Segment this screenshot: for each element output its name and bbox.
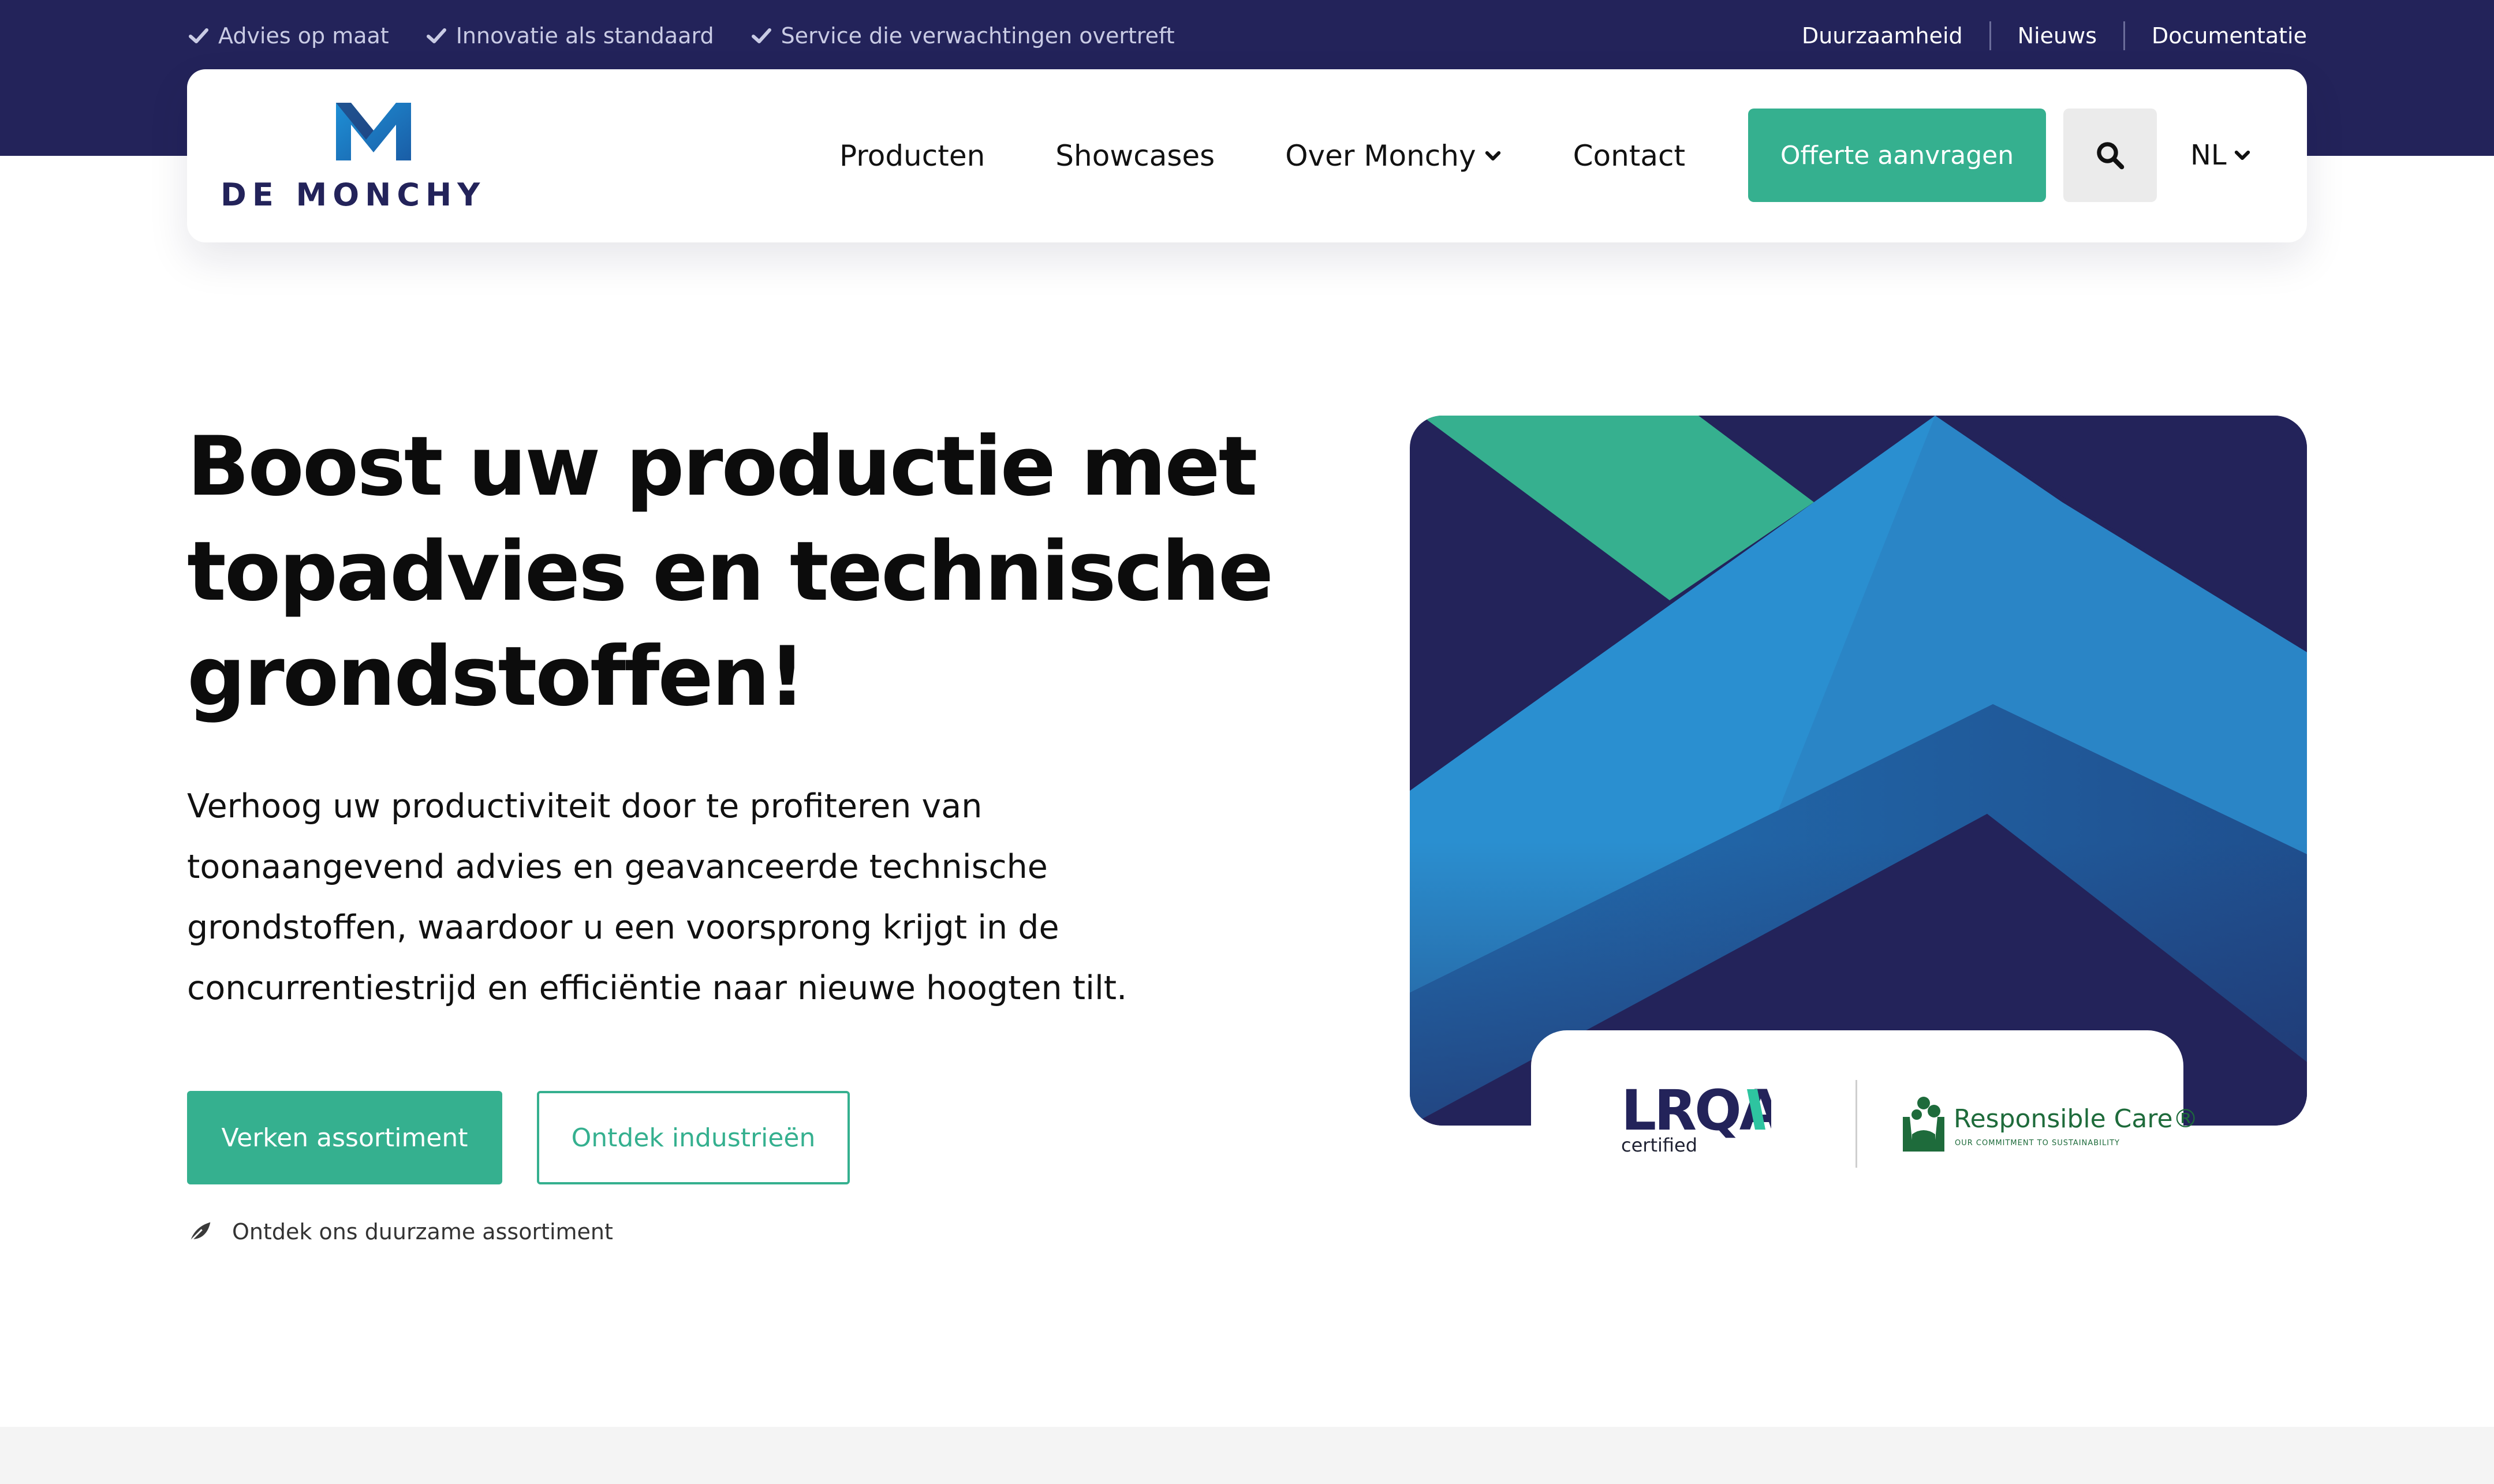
check-icon	[751, 28, 771, 43]
language-label: NL	[2190, 139, 2227, 171]
leaf-icon	[189, 1222, 211, 1242]
usp-item: Innovatie als standaard	[425, 23, 714, 48]
usp-label: Service die verwachtingen overtreft	[781, 23, 1175, 48]
logo-mark-icon	[336, 103, 411, 160]
responsible-care-title: Responsible Care®	[1954, 1104, 2198, 1134]
search-icon	[2097, 142, 2125, 170]
lrqa-certified-label: certified	[1621, 1134, 1698, 1156]
usp-list: Advies op maat Innovatie als standaard S…	[187, 0, 1175, 72]
usp-label: Advies op maat	[218, 23, 389, 48]
top-links: Duurzaamheid Nieuws Documentatie	[1802, 0, 2307, 72]
responsible-care-subtitle: OUR COMMITMENT TO SUSTAINABILITY	[1955, 1139, 2120, 1147]
menu-item-showcases[interactable]: Showcases	[1055, 139, 1215, 173]
certification-divider	[1855, 1080, 1857, 1168]
menu-label: Over Monchy	[1285, 139, 1476, 173]
quote-request-button[interactable]: Offerte aanvragen	[1748, 109, 2046, 202]
menu-item-producten[interactable]: Producten	[839, 139, 985, 173]
usp-item: Advies op maat	[187, 23, 389, 48]
check-icon	[189, 28, 208, 43]
next-section-edge	[0, 1427, 2494, 1484]
chevron-down-icon	[1485, 151, 1500, 161]
discover-industries-button[interactable]: Ontdek industrieën	[537, 1091, 850, 1184]
sustainable-assortment-link[interactable]: Ontdek ons duurzame assortiment	[187, 1219, 613, 1244]
hero-description: Verhoog uw productiviteit door te profit…	[187, 787, 1127, 1007]
top-link-nieuws[interactable]: Nieuws	[1989, 21, 2123, 50]
language-selector[interactable]: NL	[2190, 109, 2252, 202]
top-link-documentatie[interactable]: Documentatie	[2123, 21, 2307, 50]
hero-graphic	[1410, 416, 2307, 1126]
menu-label: Showcases	[1055, 139, 1215, 173]
usp-label: Innovatie als standaard	[456, 23, 714, 48]
chevron-graphic	[1410, 416, 2307, 1126]
main-navigation: DE MONCHY Producten Showcases Over Monch…	[187, 69, 2307, 242]
chevron-down-icon	[2234, 150, 2250, 160]
check-icon	[426, 28, 446, 43]
main-menu: Producten Showcases Over Monchy Contact	[839, 69, 1685, 242]
menu-label: Producten	[839, 139, 985, 173]
usp-item: Service die verwachtingen overtreft	[750, 23, 1175, 48]
site-logo[interactable]: DE MONCHY	[221, 103, 480, 218]
hero-title: Boost uw productie met topadvies en tech…	[187, 419, 1274, 724]
top-link-duurzaamheid[interactable]: Duurzaamheid	[1802, 21, 1989, 50]
menu-item-contact[interactable]: Contact	[1573, 139, 1686, 173]
sustainable-link-label: Ontdek ons duurzame assortiment	[232, 1219, 613, 1244]
menu-item-over-monchy[interactable]: Over Monchy	[1285, 139, 1502, 173]
certification-card: LRQA certified Responsible Care® OUR COM…	[1531, 1030, 2198, 1221]
lrqa-logo-text: LRQA	[1621, 1078, 1771, 1143]
logo-text: DE MONCHY	[221, 177, 486, 213]
explore-assortment-button[interactable]: Verken assortiment	[187, 1091, 502, 1184]
menu-label: Contact	[1573, 139, 1686, 173]
search-button[interactable]	[2063, 109, 2157, 202]
